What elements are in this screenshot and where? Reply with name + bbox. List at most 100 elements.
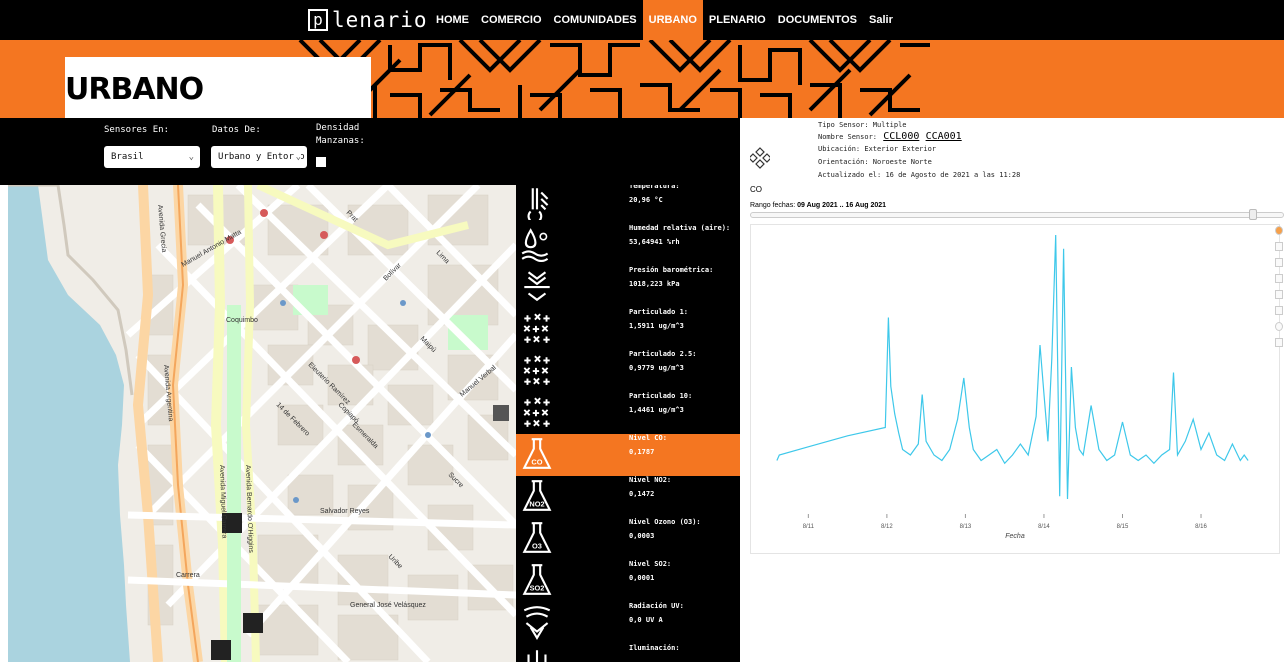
street-label: Uribe (387, 553, 404, 570)
page-title: URBANO (65, 72, 204, 107)
pan-tool-icon[interactable] (1275, 242, 1283, 251)
wheel-zoom-tool-icon[interactable] (1275, 274, 1283, 283)
sensor-name: Humedad relativa (aire): (629, 224, 731, 232)
logo-mark: p (308, 9, 328, 31)
light-icon (527, 650, 547, 662)
date-range-slider[interactable] (750, 212, 1284, 218)
sensor-name: Particulado 2.5: (629, 350, 697, 358)
street-label: Coquimbo (226, 317, 258, 324)
flask-so2-icon: SO2 (522, 564, 552, 595)
date-range-label: Rango fechas: (750, 202, 796, 209)
nav-comunidades[interactable]: COMUNIDADES (548, 0, 643, 40)
hero-title-box: URBANO (65, 57, 371, 118)
sensor-item[interactable]: SO2 Nivel SO2: 0,0001 (516, 560, 740, 602)
street-label: Lima (435, 249, 451, 265)
nav-plenario[interactable]: PLENARIO (703, 0, 772, 40)
nav-home[interactable]: HOME (430, 0, 475, 40)
sensores-label: Sensores En: (104, 125, 170, 135)
sensor-item[interactable]: Particulado 1: 1,5911 ug/m^3 (516, 308, 740, 350)
sensor-item[interactable]: Iluminación: (516, 644, 740, 662)
sensor-item[interactable]: Presión barométrica: 1018,223 kPa (516, 266, 740, 308)
location-value: Exterior Exterior (864, 145, 937, 153)
datos-select[interactable]: Urbano y Entorno ⌄ (211, 146, 307, 168)
sensor-marker[interactable] (243, 613, 263, 633)
x-tick-label: 8/15 (1117, 524, 1129, 530)
x-tick-label: 8/13 (960, 524, 972, 530)
particles-icon (523, 355, 550, 385)
sensor-name: Particulado 1: (629, 308, 689, 316)
nav-menu: HOME COMERCIO COMUNIDADES URBANO PLENARI… (430, 0, 899, 40)
chart-toolbar (1275, 226, 1284, 376)
manzanas-label: Manzanas: (316, 136, 365, 146)
nav-comercio[interactable]: COMERCIO (475, 0, 548, 40)
date-range-value: 09 Aug 2021 .. 16 Aug 2021 (797, 202, 887, 209)
orientation-line: Orientación: Noroeste Norte (818, 158, 932, 166)
sensores-select[interactable]: Brasil ⌄ (104, 146, 200, 168)
sensor-item[interactable]: Particulado 10: 1,4461 ug/m^3 (516, 392, 740, 434)
sensor-link-cca001[interactable]: CCA001 (926, 131, 962, 142)
save-tool-icon[interactable] (1275, 290, 1283, 299)
help-tool-icon[interactable] (1275, 322, 1283, 331)
co-chart[interactable]: 8/11 8/12 8/13 8/14 8/15 8/16 Fecha (750, 224, 1280, 554)
date-range-slider-handle[interactable] (1249, 209, 1257, 220)
x-tick-label: 8/11 (803, 524, 815, 530)
sensor-name: Nivel Ozono (O3): (629, 518, 701, 526)
logo-text: lenario (332, 8, 428, 32)
datos-label: Datos De: (212, 125, 261, 135)
sensor-value: 0,9779 ug/m^3 (629, 364, 684, 372)
sensor-type-line: Tipo Sensor: Multiple (818, 121, 907, 129)
date-range: Rango fechas: 09 Aug 2021 .. 16 Aug 2021 (750, 202, 886, 209)
plenario-logo[interactable]: p lenario (308, 8, 428, 32)
flask-o3-icon: O3 (522, 522, 552, 553)
nav-urbano[interactable]: URBANO (642, 0, 703, 40)
sensor-item[interactable]: Radiación UV: 0,0 UV A (516, 602, 740, 644)
sensor-type-label: Tipo Sensor: (818, 121, 869, 129)
top-nav: p lenario HOME COMERCIO COMUNIDADES URBA… (0, 0, 1284, 40)
thermometer-icon (527, 188, 549, 220)
humidity-icon (521, 228, 549, 262)
city-map[interactable]: Avenida Grecia Manuel Antonio Matta Coqu… (8, 185, 516, 662)
sensor-item[interactable]: NO2 Nivel NO2: 0,1472 (516, 476, 740, 518)
sensor-link-ccl000[interactable]: CCL000 (883, 131, 919, 142)
sensor-name: Presión barométrica: (629, 266, 714, 274)
nav-salir[interactable]: Salir (863, 0, 899, 40)
maze-pattern-decoration (298, 40, 930, 118)
particles-icon (523, 397, 550, 427)
sensor-item[interactable]: Temperatura: 20,96 °C (516, 185, 740, 224)
svg-text:SO2: SO2 (530, 584, 545, 593)
pressure-icon (524, 271, 550, 302)
uv-icon (523, 606, 551, 640)
sensor-name: Temperatura: (629, 185, 680, 190)
hover-tool-icon[interactable] (1275, 338, 1283, 347)
sensor-value: 53,64941 %rh (629, 238, 680, 246)
chevron-down-icon: ⌄ (188, 152, 194, 162)
sensor-item[interactable]: O3 Nivel Ozono (O3): 0,0003 (516, 518, 740, 560)
sensor-item[interactable]: CO Nivel CO: 0,1787 (516, 434, 740, 476)
box-zoom-tool-icon[interactable] (1275, 258, 1283, 267)
sensor-name: Radiación UV: (629, 602, 684, 610)
sensores-select-value: Brasil (111, 152, 144, 162)
sensor-item[interactable]: Humedad relativa (aire): 53,64941 %rh (516, 224, 740, 266)
sensor-marker[interactable] (493, 405, 509, 421)
reset-tool-icon[interactable] (1275, 306, 1283, 315)
densidad-checkbox[interactable] (316, 157, 326, 167)
sensor-marker[interactable] (211, 640, 231, 660)
sensor-name: Nivel NO2: (629, 476, 672, 484)
svg-text:NO2: NO2 (529, 500, 544, 509)
sensor-value: 0,1787 (629, 448, 655, 456)
sensor-item[interactable]: Particulado 2.5: 0,9779 ug/m^3 (516, 350, 740, 392)
sensor-value: 1,5911 ug/m^3 (629, 322, 684, 330)
co-line-chart: 8/11 8/12 8/13 8/14 8/15 8/16 Fecha (776, 234, 1249, 540)
sensor-value: 1018,223 kPa (629, 280, 680, 288)
sensor-value: 0,0003 (629, 532, 655, 540)
map-canvas: Avenida Grecia Manuel Antonio Matta Coqu… (8, 185, 516, 662)
chevron-down-icon: ⌄ (293, 146, 301, 168)
sensor-type-value: Multiple (872, 121, 907, 129)
nav-documentos[interactable]: DOCUMENTOS (772, 0, 863, 40)
location-line: Ubicación: Exterior Exterior (818, 145, 936, 153)
datos-select-value: Urbano y Entorno (218, 152, 305, 162)
flask-no2-icon: NO2 (522, 480, 552, 511)
x-tick-label: 8/16 (1195, 524, 1207, 530)
street-label: Carrera (176, 572, 200, 579)
sensor-name: Particulado 10: (629, 392, 693, 400)
